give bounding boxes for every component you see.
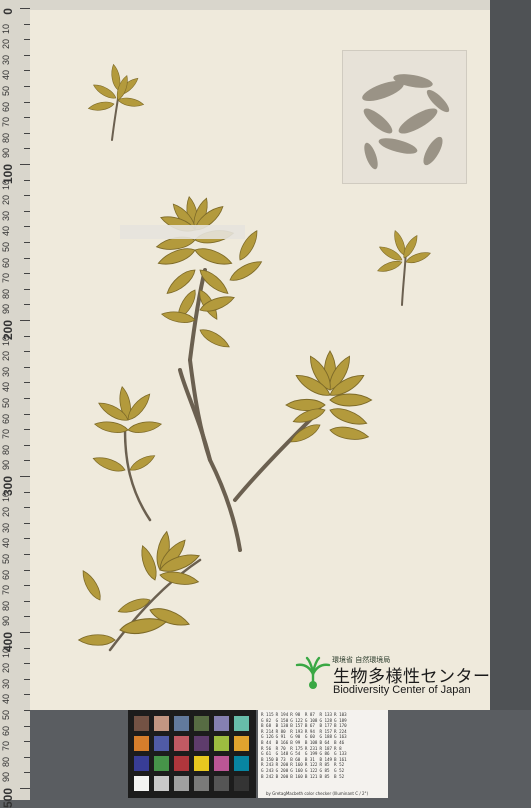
color-checker-chart [128,710,256,798]
ruler-tick-label: 500 [1,788,15,808]
rgb-table-cell: B 121 [304,773,318,779]
ruler-tick-label: 50 [1,710,11,721]
rgb-table-cell: B 85 [319,773,330,779]
color-patch [194,776,209,791]
color-patch [234,776,249,791]
color-patch [154,736,169,751]
rgb-table-cell: G 243 [261,767,274,773]
leaf-cluster-upper [155,195,265,352]
rgb-table: R 115 R 194 R 98 R 87 R 133 R 103 G 82 G 150 G 1… [260,712,348,779]
leaf-cluster-lower [78,530,202,646]
rgb-table-cell: B 108 [304,739,318,745]
color-patch [234,716,249,731]
rgb-table-cell: G 199 [304,751,318,757]
color-patch [154,756,169,771]
rgb-table-row: B 242 B 200 B 160 B 121 B 85 B 52 [260,774,348,780]
color-checker-caption: by GretagMacbeth color checker (Illumina… [266,791,369,796]
color-patch [154,776,169,791]
color-patch [214,756,229,771]
color-patch [174,716,189,731]
rgb-table-cell: B 177 [319,723,333,729]
rgb-table-cell: B 160 [290,773,303,779]
rgb-table-cell: G 133 [334,751,347,757]
rgb-table-cell: G 122 [304,767,318,773]
rgb-table-cell: R 194 [275,712,289,717]
color-patch [174,756,189,771]
rgb-table-cell: G 160 [290,767,303,773]
color-patch [194,716,209,731]
rgb-table-cell: B 200 [275,773,289,779]
color-patch [134,756,149,771]
ruler-tick-label: 60 [1,725,11,736]
rgb-table-cell: B 166 [275,739,289,745]
color-patch [134,736,149,751]
institution-name-en: Biodiversity Center of Japan [333,684,471,696]
color-patch [194,736,209,751]
ruler-tick-label: 80 [1,756,11,767]
tree-logo-icon [295,656,331,689]
rgb-table-cell: R 133 [319,712,333,717]
color-value-table: R 115 R 194 R 98 R 87 R 133 R 103 G 82 G 150 G 1… [258,710,388,798]
rgb-table-cell: B 242 [261,773,274,779]
ruler-tick-label: 90 [1,772,11,783]
color-patch [134,776,149,791]
rgb-table-cell: B 52 [334,773,345,779]
rgb-table-cell: G 200 [275,767,289,773]
rgb-table-cell: R 103 [334,712,347,717]
mounting-tape [120,225,245,239]
color-patch [174,736,189,751]
rgb-table-cell: B 130 [275,723,289,729]
ruler-tick-label: 70 [1,741,11,752]
color-patch [154,716,169,731]
rgb-table-cell: R 115 [261,712,274,717]
rgb-table-cell: G 148 [275,751,289,757]
color-patch [174,776,189,791]
leaf-cluster-right [285,350,373,447]
rgb-table-cell: B 170 [334,723,347,729]
color-patch [134,716,149,731]
color-patch [214,716,229,731]
color-patch [214,776,229,791]
rgb-table-cell: B 157 [290,723,303,729]
color-patch [234,756,249,771]
color-patch [194,756,209,771]
color-patch [234,736,249,751]
color-patch [214,736,229,751]
ruler-tick [20,788,30,789]
